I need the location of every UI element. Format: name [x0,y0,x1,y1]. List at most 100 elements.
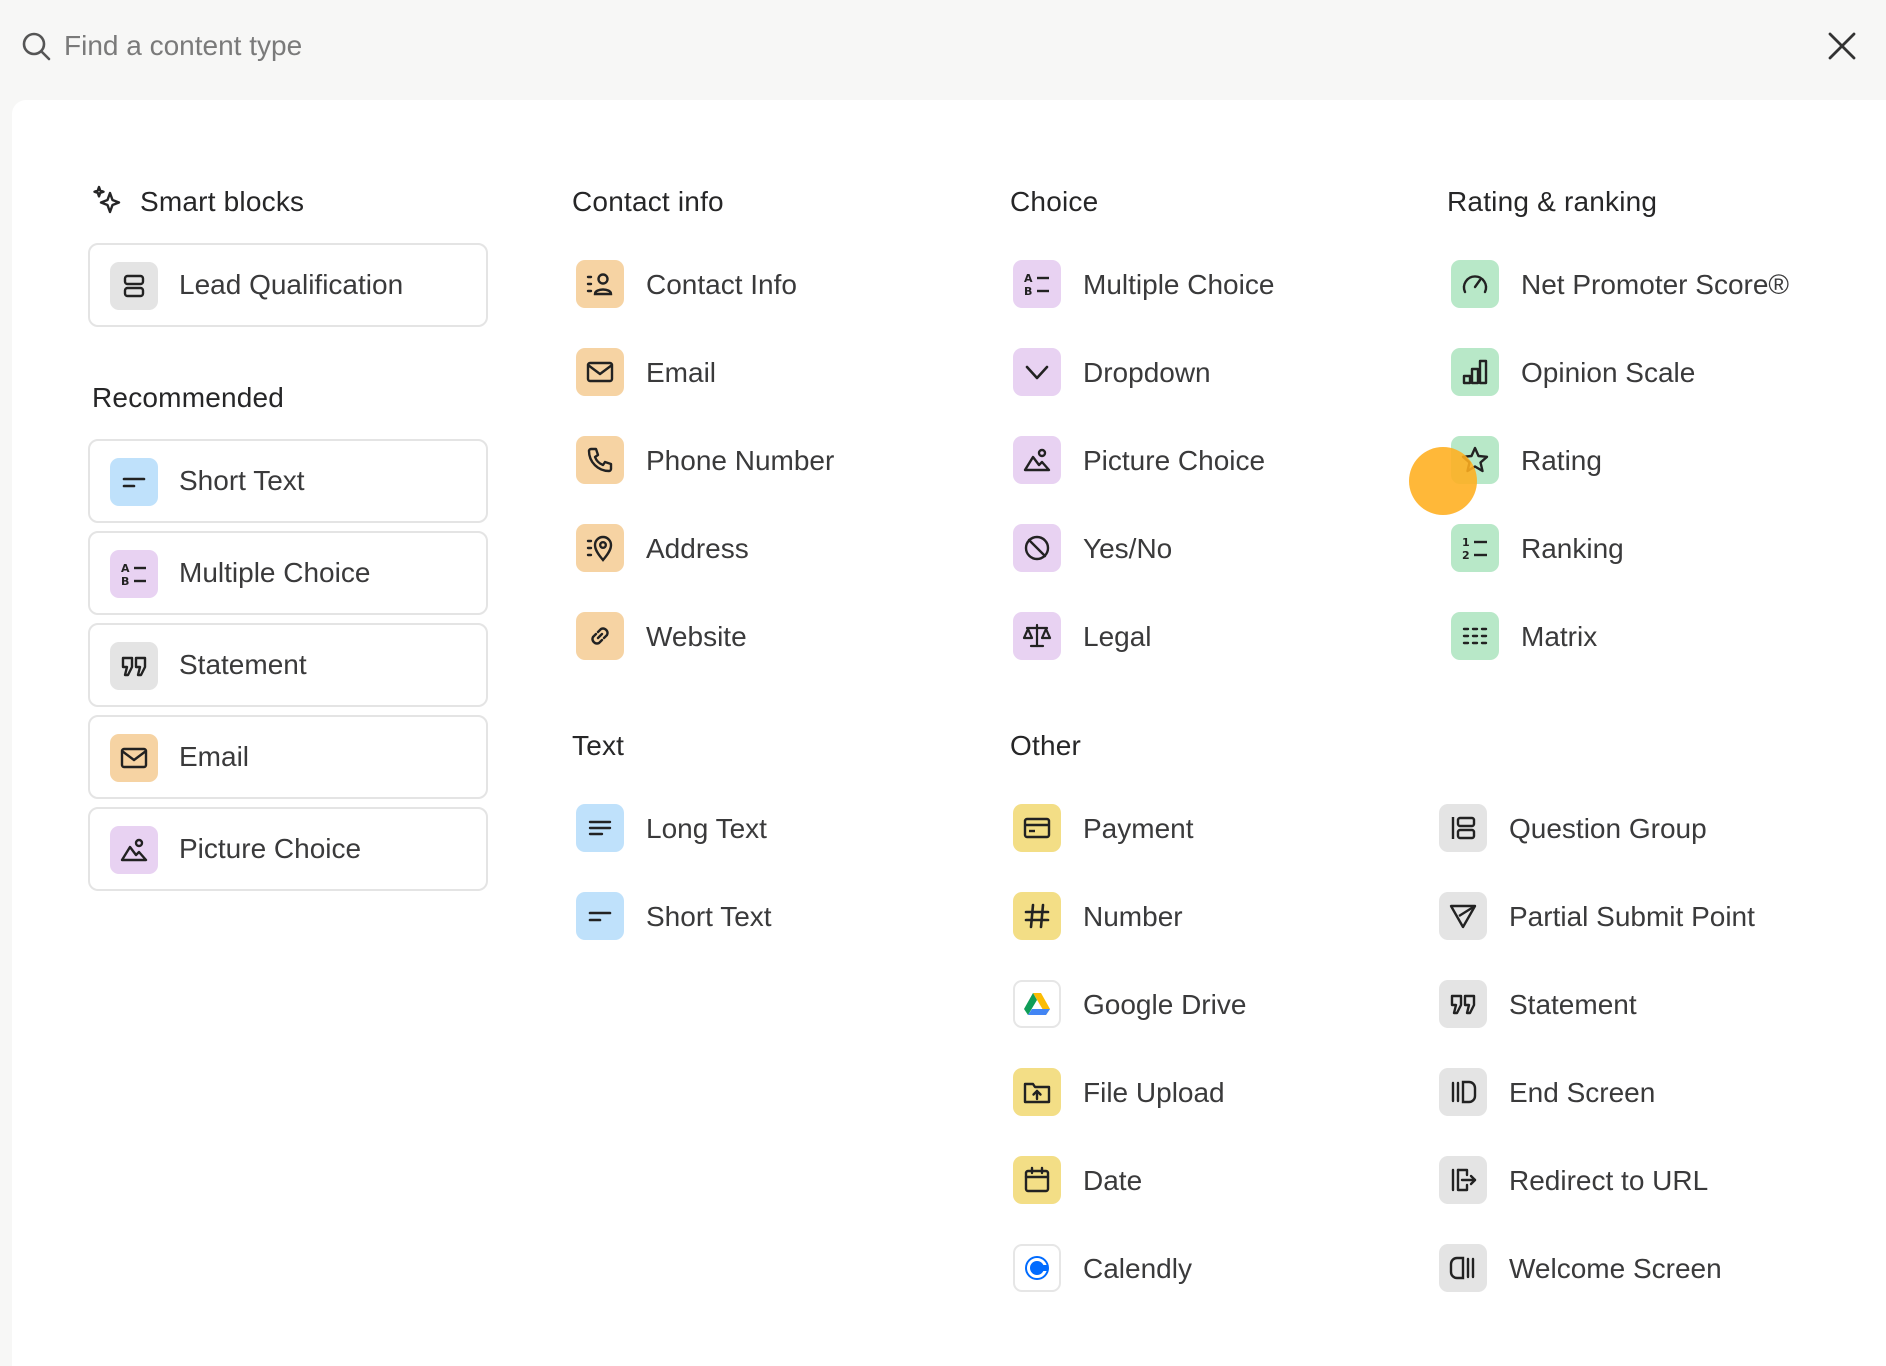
card-label: Lead Qualification [179,269,404,300]
item-label: File Upload [1083,1077,1225,1108]
card-label: Picture Choice [179,833,362,864]
card-multiple-choice[interactable]: AB Multiple Choice [88,531,488,615]
item-label: Opinion Scale [1521,357,1696,388]
svg-text:A: A [1024,272,1033,285]
phone-icon [576,436,624,484]
item-long-text[interactable]: Long Text [576,801,936,855]
item-label: Contact Info [646,269,797,300]
link-icon [576,612,624,660]
item-label: Yes/No [1083,533,1173,564]
item-label: Redirect to URL [1509,1165,1709,1196]
item-label: Statement [1509,989,1637,1020]
item-label: Calendly [1083,1253,1192,1284]
short-text-icon [576,892,624,940]
item-email[interactable]: Email [576,345,936,399]
item-label: Short Text [646,901,772,932]
item-calendly[interactable]: Calendly [1013,1241,1373,1295]
yes-no-icon [1013,524,1061,572]
item-label: Google Drive [1083,989,1247,1020]
item-website[interactable]: Website [576,609,936,663]
calendar-icon [1013,1156,1061,1204]
item-yes-no[interactable]: Yes/No [1013,521,1373,575]
item-welcome-screen[interactable]: Welcome Screen [1439,1241,1799,1295]
item-net-promoter-score[interactable]: Net Promoter Score® [1451,257,1811,311]
svg-text:B: B [1024,285,1032,298]
item-label: Email [646,357,717,388]
multiple-choice-icon: AB [110,550,158,598]
question-group-icon [1439,804,1487,852]
picture-icon [1013,436,1061,484]
matrix-icon [1451,612,1499,660]
card-email[interactable]: Email [88,715,488,799]
item-statement[interactable]: Statement [1439,977,1799,1031]
section-title-other: Other [1010,730,1082,761]
item-file-upload[interactable]: File Upload [1013,1065,1373,1119]
item-legal[interactable]: Legal [1013,609,1373,663]
card-label: Statement [179,649,307,680]
item-label: Address [646,533,749,564]
close-icon[interactable] [1824,28,1860,64]
item-opinion-scale[interactable]: Opinion Scale [1451,345,1811,399]
folder-upload-icon [1013,1068,1061,1116]
item-phone-number[interactable]: Phone Number [576,433,936,487]
item-label: Ranking [1521,533,1624,564]
svg-text:1: 1 [1462,536,1470,549]
chevron-down-icon [1013,348,1061,396]
section-title-recommended: Recommended [92,382,285,413]
contact-info-icon [576,260,624,308]
card-lead-qualification[interactable]: Lead Qualification [88,243,488,327]
item-question-group[interactable]: Question Group [1439,801,1799,855]
mail-icon [110,734,158,782]
item-label: Multiple Choice [1083,269,1275,300]
item-end-screen[interactable]: End Screen [1439,1065,1799,1119]
item-number[interactable]: Number [1013,889,1373,943]
quote-icon [110,642,158,690]
item-label: Matrix [1521,621,1598,652]
card-statement[interactable]: Statement [88,623,488,707]
section-title-smart-blocks: Smart blocks [140,186,305,217]
search-bar [0,0,1886,98]
credit-card-icon [1013,804,1061,852]
svg-text:2: 2 [1462,549,1470,562]
item-matrix[interactable]: Matrix [1451,609,1811,663]
item-ranking[interactable]: 12 Ranking [1451,521,1811,575]
item-rating[interactable]: Rating [1451,433,1811,487]
search-input[interactable] [64,22,1664,70]
ranking-icon: 12 [1451,524,1499,572]
multiple-choice-icon: AB [1013,260,1061,308]
redirect-icon [1439,1156,1487,1204]
item-label: Payment [1083,813,1194,844]
hash-icon [1013,892,1061,940]
scales-icon [1013,612,1061,660]
item-label: Net Promoter Score® [1521,269,1790,300]
item-contact-info[interactable]: Contact Info [576,257,936,311]
item-redirect-to-url[interactable]: Redirect to URL [1439,1153,1799,1207]
item-dropdown[interactable]: Dropdown [1013,345,1373,399]
card-picture-choice[interactable]: Picture Choice [88,807,488,891]
star-icon [1451,436,1499,484]
item-date[interactable]: Date [1013,1153,1373,1207]
item-label: Date [1083,1165,1143,1196]
item-label: End Screen [1509,1077,1656,1108]
mail-icon [576,348,624,396]
item-picture-choice[interactable]: Picture Choice [1013,433,1373,487]
item-label: Long Text [646,813,767,844]
section-title-rating-ranking: Rating & ranking [1447,186,1658,217]
end-screen-icon [1439,1068,1487,1116]
item-label: Website [646,621,747,652]
bar-chart-icon [1451,348,1499,396]
search-icon [22,32,51,61]
item-google-drive[interactable]: Google Drive [1013,977,1373,1031]
address-pin-icon [576,524,624,572]
picture-icon [110,826,158,874]
item-short-text[interactable]: Short Text [576,889,936,943]
item-label: Dropdown [1083,357,1211,388]
item-label: Rating [1521,445,1602,476]
item-multiple-choice[interactable]: AB Multiple Choice [1013,257,1373,311]
item-partial-submit-point[interactable]: Partial Submit Point [1439,889,1799,943]
card-short-text[interactable]: Short Text [88,439,488,523]
item-label: Welcome Screen [1509,1253,1722,1284]
card-label: Email [179,741,250,772]
item-address[interactable]: Address [576,521,936,575]
item-payment[interactable]: Payment [1013,801,1373,855]
